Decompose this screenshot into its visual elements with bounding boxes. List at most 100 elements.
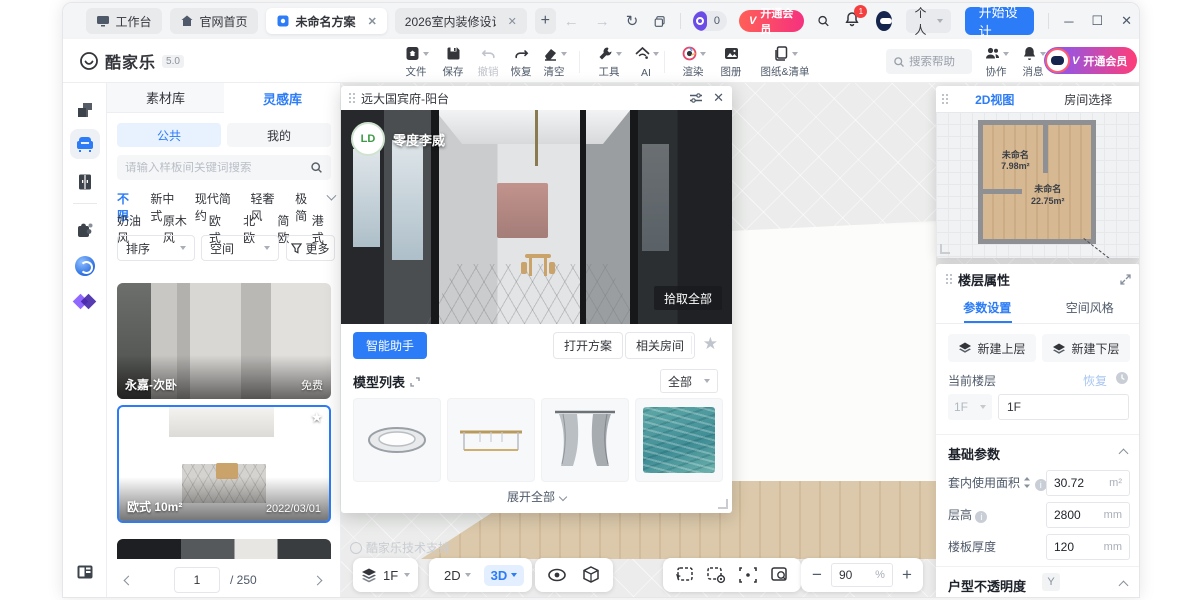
favorite-star-icon[interactable]: ★ [310, 409, 323, 426]
tab-workbench[interactable]: 工作台 [86, 8, 162, 34]
sample-room-photo[interactable]: LD 零度李威 拾取全部 [341, 110, 732, 324]
vip-upgrade-pill[interactable]: V 开通会员 [1044, 47, 1137, 74]
vip-upgrade-button[interactable]: V 开通会员 [739, 10, 804, 32]
collab-button[interactable]: 协作 [976, 43, 1016, 80]
area-input[interactable]: 30.72 m² [1046, 470, 1130, 496]
collapse-section-icon[interactable] [1119, 581, 1129, 591]
account-menu[interactable]: 个人 [906, 9, 950, 33]
refresh-icon[interactable]: ↻ [626, 12, 639, 30]
tab-space-style[interactable]: 空间风格 [1039, 294, 1141, 323]
drag-handle-icon[interactable] [349, 93, 355, 103]
new-upper-floor-button[interactable]: 新建上层 [948, 334, 1036, 362]
zoom-level[interactable]: % [831, 563, 893, 587]
adjust-icon[interactable] [689, 92, 703, 104]
resize-handle[interactable] [718, 499, 728, 509]
swap-icon[interactable] [1023, 477, 1031, 488]
window-minimize-button[interactable]: ─ [1064, 14, 1073, 29]
ai-button[interactable]: AI [626, 43, 666, 80]
tab-inspiration-library[interactable]: 灵感库 [224, 83, 341, 113]
close-tab-icon[interactable]: ✕ [508, 15, 517, 28]
info-icon[interactable]: i [975, 511, 987, 523]
floor-height-input[interactable]: 2800 mm [1046, 502, 1130, 528]
smart-assistant-button[interactable]: 智能助手 [353, 332, 427, 359]
drawings-list-button[interactable]: 图纸&清单 [753, 43, 817, 80]
close-tab-icon[interactable]: ✕ [368, 15, 377, 28]
template-card-partial[interactable] [117, 539, 331, 559]
brand-tool[interactable] [70, 287, 100, 317]
history-clock-icon[interactable] [1115, 371, 1129, 385]
author-avatar[interactable]: LD [351, 122, 385, 156]
page-next-icon[interactable] [313, 575, 323, 585]
eye-icon[interactable] [547, 565, 567, 585]
floor-properties-header[interactable]: 楼层属性 [936, 264, 1140, 294]
expand-all-button[interactable]: 展开全部 [341, 488, 732, 505]
floor-select[interactable]: 1F [948, 394, 992, 420]
collapse-section-icon[interactable] [1119, 449, 1129, 459]
duplicate-icon[interactable] [654, 14, 666, 29]
template-search[interactable] [117, 155, 331, 180]
select-settings-icon[interactable] [706, 566, 726, 584]
tab-material-library[interactable]: 素材库 [107, 83, 224, 113]
tab-2026-design[interactable]: 2026室内装修设计、... ✕ [395, 8, 527, 34]
marquee-select-icon[interactable] [674, 566, 694, 584]
expand-corner-icon[interactable] [410, 377, 420, 387]
template-card-oushi[interactable]: ★ 欧式 10m² 2022/03/01 [117, 405, 331, 523]
coin-balance[interactable]: 0 [693, 11, 727, 31]
furnishing-tool[interactable] [70, 129, 100, 159]
render-button[interactable]: 渲染 [673, 43, 713, 80]
floor-name-input[interactable] [998, 394, 1129, 420]
floorplan[interactable]: 未命名7.98m² 未命名22.75m² [978, 120, 1096, 244]
zoom-out-button[interactable]: − [809, 565, 825, 585]
floorplan-map[interactable]: 未命名7.98m² 未命名22.75m² [936, 112, 1140, 258]
help-search[interactable] [886, 49, 972, 74]
tab-2d-view[interactable]: 2D视图 [948, 91, 1042, 108]
plugins-tool[interactable] [70, 215, 100, 245]
model-card-teal-material[interactable] [635, 398, 723, 482]
resize-handle[interactable] [940, 244, 950, 254]
zoom-in-button[interactable]: + [899, 565, 915, 585]
favorite-star-icon[interactable]: ★ [703, 334, 718, 354]
panel-layout-toggle[interactable] [70, 557, 100, 587]
assistant-avatar[interactable] [876, 11, 892, 31]
window-close-button[interactable]: ✕ [1121, 13, 1132, 29]
close-panel-icon[interactable]: ✕ [713, 90, 724, 106]
tab-unnamed-plan[interactable]: 未命名方案 ✕ [266, 8, 387, 34]
custom-cabinet-tool[interactable] [70, 167, 100, 197]
sort-select[interactable]: 排序 [117, 235, 195, 261]
floor-switcher[interactable]: 1F [353, 558, 418, 592]
page-prev-icon[interactable] [124, 575, 134, 585]
album-button[interactable]: 图册 [711, 43, 751, 80]
pick-all-button[interactable]: 拾取全部 [654, 286, 722, 310]
tab-home[interactable]: 官网首页 [170, 8, 258, 34]
start-design-button[interactable]: 开始设计 [965, 7, 1035, 35]
info-icon[interactable]: i [1035, 479, 1047, 491]
template-card-yongjia[interactable]: 永嘉-次卧 免费 [117, 283, 331, 399]
tab-parameter-settings[interactable]: 参数设置 [936, 294, 1039, 323]
cube-icon[interactable] [581, 565, 601, 585]
window-maximize-button[interactable]: ☐ [1091, 13, 1103, 29]
slab-thickness-input[interactable]: 120 mm [1046, 534, 1130, 560]
view-2d-button[interactable]: 2D [437, 565, 478, 586]
model-filter-select[interactable]: 全部 [660, 369, 718, 393]
expand-filters-icon[interactable] [327, 191, 337, 201]
scope-public[interactable]: 公共 [117, 123, 221, 147]
sample-panel-header[interactable]: 远大国宾府-阳台 ✕ [341, 86, 732, 110]
zoom-input[interactable] [839, 568, 863, 582]
expand-panel-icon[interactable] [1120, 274, 1131, 285]
nav-forward-icon[interactable]: → [595, 13, 610, 30]
scope-mine[interactable]: 我的 [227, 123, 331, 147]
tools-button[interactable]: 工具 [589, 43, 629, 80]
help-search-input[interactable] [909, 56, 965, 68]
zoom-region-icon[interactable] [770, 566, 790, 584]
save-button[interactable]: 保存 [433, 43, 473, 80]
related-rooms-button[interactable]: 相关房间 [625, 332, 695, 359]
nav-back-icon[interactable]: ← [564, 13, 579, 30]
notifications-bell[interactable]: 1 [844, 11, 860, 32]
more-filters-button[interactable]: 更多 [286, 235, 335, 261]
template-search-input[interactable] [125, 162, 310, 174]
drag-handle-icon[interactable] [946, 274, 952, 284]
new-tab-button[interactable]: + [535, 8, 556, 34]
restore-button[interactable]: 恢复 [1083, 372, 1107, 389]
view-3d-button[interactable]: 3D [484, 565, 525, 586]
tab-room-select[interactable]: 房间选择 [1042, 91, 1136, 108]
